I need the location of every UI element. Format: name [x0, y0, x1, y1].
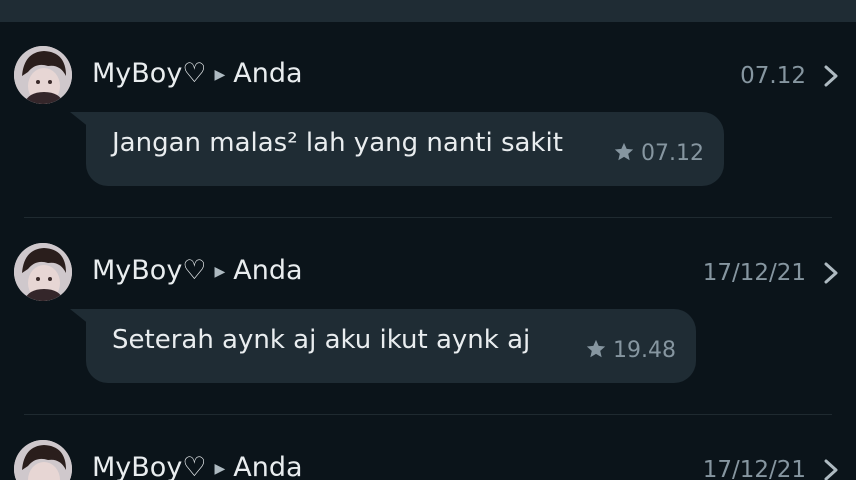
- message-date: 17/12/21: [702, 260, 806, 286]
- message-meta: 07.12: [613, 141, 704, 167]
- arrow-icon: ▶: [214, 264, 226, 280]
- message-date: 07.12: [740, 63, 806, 89]
- message-date: 17/12/21: [702, 457, 806, 480]
- sender-name: MyBoy♡: [92, 58, 207, 89]
- arrow-icon: ▶: [214, 67, 226, 83]
- divider: [24, 414, 832, 415]
- conversation-header: MyBoy♡ ▶ Anda: [92, 255, 303, 291]
- conversation-header: MyBoy♡ ▶ Anda: [92, 58, 303, 94]
- star-icon: [614, 142, 634, 161]
- starred-message-item[interactable]: MyBoy♡ ▶ Anda 17/12/21 Seterah aynk aj aku…: [0, 243, 856, 439]
- message-time: 19.48: [613, 338, 676, 363]
- recipient-name: Anda: [233, 58, 303, 89]
- message-bubble[interactable]: Seterah aynk aj aku ikut aynk aj 19.48: [86, 309, 696, 383]
- chevron-right-icon[interactable]: [820, 458, 842, 480]
- message-time: 07.12: [641, 141, 704, 166]
- starred-message-item[interactable]: MyBoy♡ ▶ Anda 17/12/21: [0, 440, 856, 480]
- arrow-icon: ▶: [214, 461, 226, 477]
- divider: [24, 217, 832, 218]
- message-text: Seterah aynk aj aku ikut aynk aj: [112, 325, 531, 355]
- recipient-name: Anda: [233, 255, 303, 286]
- conversation-header: MyBoy♡ ▶ Anda: [92, 452, 303, 480]
- starred-message-item[interactable]: MyBoy♡ ▶ Anda 07.12 Jangan malas² lah yang…: [0, 46, 856, 242]
- chevron-right-icon[interactable]: [820, 64, 842, 88]
- avatar[interactable]: [14, 440, 72, 480]
- top-bar: [0, 0, 856, 22]
- recipient-name: Anda: [233, 452, 303, 480]
- sender-name: MyBoy♡: [92, 255, 207, 286]
- sender-name: MyBoy♡: [92, 452, 207, 480]
- message-text: Jangan malas² lah yang nanti sakit: [112, 128, 563, 158]
- star-icon: [586, 339, 606, 358]
- message-meta: 19.48: [585, 338, 676, 364]
- message-bubble[interactable]: Jangan malas² lah yang nanti sakit 07.12: [86, 112, 724, 186]
- chevron-right-icon[interactable]: [820, 261, 842, 285]
- avatar[interactable]: [14, 243, 72, 301]
- avatar[interactable]: [14, 46, 72, 104]
